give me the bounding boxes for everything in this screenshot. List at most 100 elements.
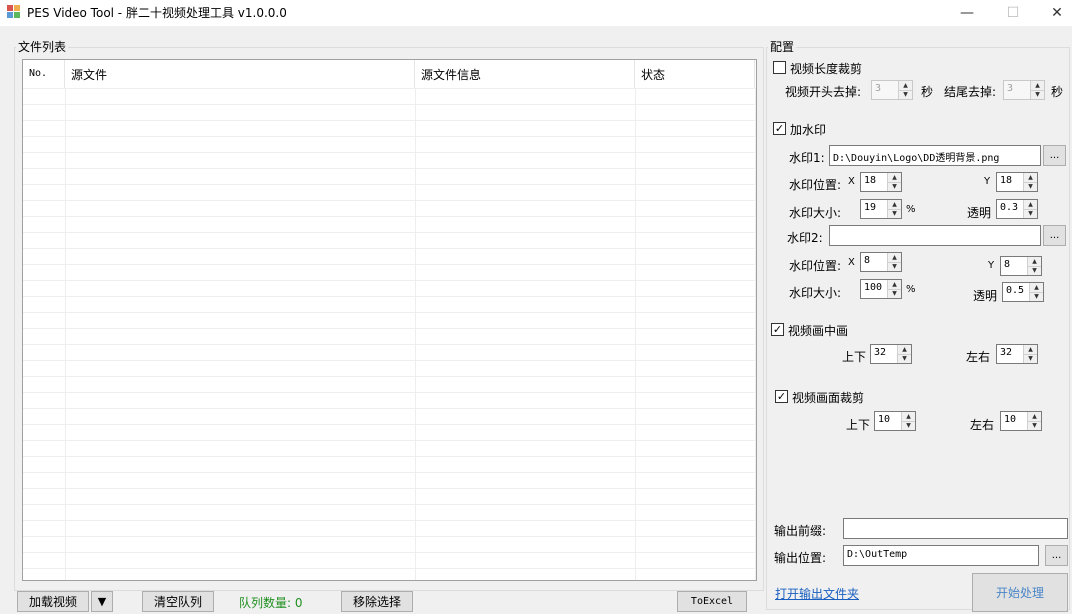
open-output-folder-link[interactable]: 打开输出文件夹 [775, 585, 859, 602]
stepper-down-icon[interactable]: ▼ [902, 420, 915, 430]
watermark2-size-stepper[interactable]: 100 ▲ ▼ [860, 279, 902, 299]
trim-label: 视频长度裁剪 [790, 62, 863, 76]
column-divider [755, 88, 756, 580]
watermark-checkbox[interactable]: ✓ [773, 122, 786, 135]
watermark2-y-stepper[interactable]: 8 ▲ ▼ [1000, 256, 1042, 276]
column-header-status[interactable]: 状态 [635, 60, 755, 88]
trim-checkbox[interactable] [773, 61, 786, 74]
pip-vertical-value: 32 [874, 347, 887, 358]
output-location-field[interactable]: D:\OutTemp [843, 545, 1039, 566]
watermark2-x-stepper[interactable]: 8 ▲ ▼ [860, 252, 902, 272]
watermark2-x-value: 8 [864, 255, 871, 266]
watermark1-label: 水印1: [789, 151, 825, 165]
crop-horizontal-label: 左右 [970, 418, 995, 432]
stepper-down-icon[interactable]: ▼ [1028, 420, 1041, 430]
watermark2-path-field[interactable] [829, 225, 1041, 246]
stepper-down-icon[interactable]: ▼ [1024, 181, 1037, 191]
stepper-down-icon[interactable]: ▼ [888, 208, 901, 218]
watermark1-size-stepper[interactable]: 19 ▲ ▼ [860, 199, 902, 219]
load-video-button[interactable]: 加载视频 [17, 591, 89, 612]
trim-start-stepper[interactable]: 3 ▲ ▼ [871, 80, 913, 100]
output-prefix-field[interactable] [843, 518, 1068, 539]
column-divider [65, 88, 66, 580]
column-divider [635, 88, 636, 580]
watermark1-size-label: 水印大小: [789, 206, 842, 220]
file-list-label: 文件列表 [16, 38, 69, 55]
pip-vertical-stepper[interactable]: 32 ▲ ▼ [870, 344, 912, 364]
chevron-down-icon[interactable]: ▼ [91, 591, 113, 612]
watermark1-opacity-value: 0.3 [1000, 202, 1019, 213]
stepper-down-icon[interactable]: ▼ [1024, 353, 1037, 363]
stepper-down-icon[interactable]: ▼ [1024, 208, 1037, 218]
watermark2-opacity-label: 透明 [973, 289, 998, 303]
clear-queue-button[interactable]: 清空队列 [142, 591, 214, 612]
stepper-up-icon[interactable]: ▲ [1024, 200, 1037, 209]
pip-checkbox[interactable]: ✓ [771, 323, 784, 336]
stepper-up-icon[interactable]: ▲ [898, 345, 911, 354]
stepper-down-icon[interactable]: ▼ [888, 181, 901, 191]
stepper-down-icon[interactable]: ▼ [1031, 89, 1044, 99]
crop-vertical-value: 10 [878, 414, 891, 425]
column-divider [415, 88, 416, 580]
maximize-button[interactable]: ☐ [990, 0, 1036, 26]
stepper-down-icon[interactable]: ▼ [1030, 291, 1043, 301]
stepper-down-icon[interactable]: ▼ [898, 353, 911, 363]
watermark2-opacity-stepper[interactable]: 0.5 ▲ ▼ [1002, 282, 1044, 302]
watermark1-opacity-stepper[interactable]: 0.3 ▲ ▼ [996, 199, 1038, 219]
watermark1-x-stepper[interactable]: 18 ▲ ▼ [860, 172, 902, 192]
stepper-up-icon[interactable]: ▲ [888, 200, 901, 209]
trim-start-label: 视频开头去掉: [785, 85, 862, 99]
start-processing-button[interactable]: 开始处理 [972, 573, 1068, 612]
watermark2-browse-button[interactable]: ... [1043, 225, 1066, 246]
stepper-up-icon[interactable]: ▲ [888, 253, 901, 262]
output-browse-button[interactable]: ... [1045, 545, 1068, 566]
stepper-up-icon[interactable]: ▲ [899, 81, 912, 90]
watermark1-x-label: X [848, 176, 855, 187]
watermark2-position-label: 水印位置: [789, 259, 842, 273]
stepper-up-icon[interactable]: ▲ [1030, 283, 1043, 292]
column-header-source[interactable]: 源文件 [65, 60, 415, 88]
crop-horizontal-stepper[interactable]: 10 ▲ ▼ [1000, 411, 1042, 431]
stepper-down-icon[interactable]: ▼ [899, 89, 912, 99]
list-body[interactable] [23, 88, 756, 580]
watermark1-y-stepper[interactable]: 18 ▲ ▼ [996, 172, 1038, 192]
pip-horizontal-stepper[interactable]: 32 ▲ ▼ [996, 344, 1038, 364]
close-button[interactable]: ✕ [1034, 0, 1072, 26]
to-excel-button[interactable]: ToExcel [677, 591, 747, 612]
watermark1-path-field[interactable]: D:\Douyin\Logo\DD透明背景.png [829, 145, 1041, 166]
watermark1-x-value: 18 [864, 175, 877, 186]
minimize-button[interactable]: — [944, 0, 990, 26]
stepper-down-icon[interactable]: ▼ [888, 261, 901, 271]
pip-horizontal-label: 左右 [966, 350, 991, 364]
watermark2-size-unit: % [906, 284, 916, 295]
trim-end-stepper[interactable]: 3 ▲ ▼ [1003, 80, 1045, 100]
stepper-up-icon[interactable]: ▲ [888, 280, 901, 289]
column-header-no[interactable]: No. [23, 60, 65, 88]
file-list-view[interactable]: No. 源文件 源文件信息 状态 [22, 59, 757, 581]
stepper-down-icon[interactable]: ▼ [1028, 265, 1041, 275]
stepper-up-icon[interactable]: ▲ [1028, 257, 1041, 266]
crop-vertical-stepper[interactable]: 10 ▲ ▼ [874, 411, 916, 431]
stepper-up-icon[interactable]: ▲ [1024, 173, 1037, 182]
stepper-up-icon[interactable]: ▲ [1031, 81, 1044, 90]
trim-end-value: 3 [1007, 83, 1014, 94]
crop-label: 视频画面裁剪 [792, 391, 865, 405]
watermark2-x-label: X [848, 257, 855, 268]
stepper-up-icon[interactable]: ▲ [902, 412, 915, 421]
window-title: PES Video Tool - 胖二十视频处理工具 v1.0.0.0 [27, 6, 287, 20]
output-prefix-label: 输出前缀: [774, 524, 827, 538]
watermark2-opacity-value: 0.5 [1006, 285, 1025, 296]
output-location-label: 输出位置: [774, 551, 827, 565]
watermark1-browse-button[interactable]: ... [1043, 145, 1066, 166]
stepper-down-icon[interactable]: ▼ [888, 288, 901, 298]
stepper-up-icon[interactable]: ▲ [1024, 345, 1037, 354]
pip-vertical-label: 上下 [842, 350, 867, 364]
stepper-up-icon[interactable]: ▲ [888, 173, 901, 182]
stepper-up-icon[interactable]: ▲ [1028, 412, 1041, 421]
remove-selected-button[interactable]: 移除选择 [341, 591, 413, 612]
trim-start-value: 3 [875, 83, 882, 94]
title-bar: PES Video Tool - 胖二十视频处理工具 v1.0.0.0 — ☐ … [0, 0, 1072, 26]
column-header-source-info[interactable]: 源文件信息 [415, 60, 635, 88]
crop-vertical-label: 上下 [846, 418, 871, 432]
crop-checkbox[interactable]: ✓ [775, 390, 788, 403]
